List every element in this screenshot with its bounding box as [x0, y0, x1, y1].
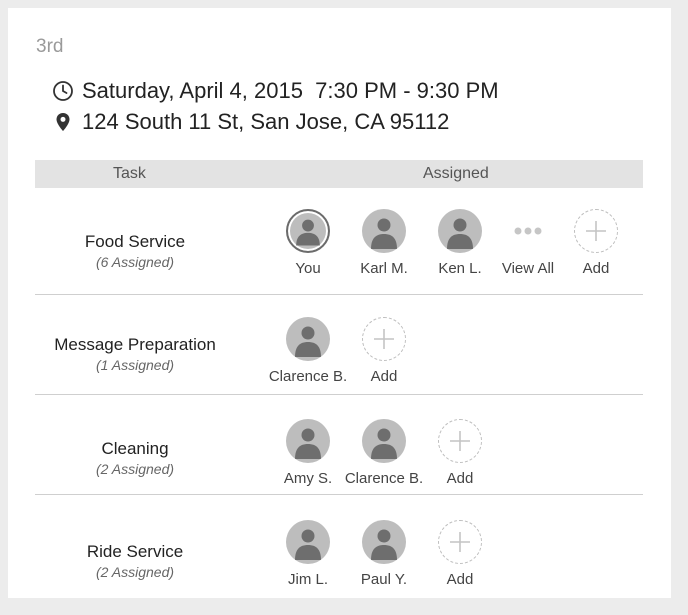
user-avatar-icon: [362, 520, 406, 564]
task-assigned-count: (2 Assigned): [95, 564, 175, 580]
task-info: Cleaning (2 Assigned): [35, 439, 235, 477]
task-table-header: Task Assigned: [35, 160, 643, 188]
event-card: 3rd Saturday, April 4, 2015 7:30 PM - 9:…: [8, 8, 671, 598]
event-address[interactable]: 124 South 11 St, San Jose, CA 95112: [82, 109, 449, 135]
event-datetime: Saturday, April 4, 2015 7:30 PM - 9:30 P…: [82, 78, 499, 103]
map-pin-icon: [52, 111, 74, 133]
task-column-header: Task: [113, 165, 146, 182]
plus-icon: [362, 317, 406, 361]
user-avatar-icon: [286, 317, 330, 361]
assigned-column-header: Assigned: [423, 165, 489, 182]
task-info: Ride Service (2 Assigned): [35, 542, 235, 580]
task-info: Food Service (6 Assigned): [35, 232, 235, 270]
user-avatar-icon: [286, 520, 330, 564]
add-assignee-button[interactable]: Add: [551, 209, 641, 277]
task-name: Food Service: [84, 232, 186, 251]
task-row-cleaning: Cleaning (2 Assigned) Amy S. Clarence B.…: [35, 395, 643, 495]
task-assigned-count: (1 Assigned): [95, 357, 175, 373]
user-avatar-icon: [362, 419, 406, 463]
task-name: Cleaning: [101, 439, 169, 458]
event-datetime-row: Saturday, April 4, 2015 7:30 PM - 9:30 P…: [52, 78, 499, 104]
plus-icon: [574, 209, 618, 253]
add-label: Add: [446, 470, 474, 487]
plus-icon: [438, 419, 482, 463]
task-name: Ride Service: [86, 542, 184, 561]
ellipsis-icon: [506, 209, 550, 253]
user-avatar-icon: [362, 209, 406, 253]
task-assigned-count: (6 Assigned): [95, 254, 175, 270]
plus-icon: [438, 520, 482, 564]
user-avatar-icon: [438, 209, 482, 253]
add-assignee-button[interactable]: Add: [339, 317, 429, 385]
task-assigned-count: (2 Assigned): [95, 461, 175, 477]
task-name: Message Preparation: [54, 335, 216, 354]
task-row-food-service: Food Service (6 Assigned) You Karl M. Ke…: [35, 188, 643, 295]
add-assignee-button[interactable]: Add: [415, 520, 505, 588]
add-label: Add: [370, 368, 398, 385]
task-row-ride-service: Ride Service (2 Assigned) Jim L. Paul Y.…: [35, 495, 643, 595]
task-info: Message Preparation (1 Assigned): [35, 335, 235, 373]
event-label: 3rd: [36, 36, 64, 57]
add-assignee-button[interactable]: Add: [415, 419, 505, 487]
task-row-message-preparation: Message Preparation (1 Assigned) Clarenc…: [35, 295, 643, 395]
user-avatar-icon: [286, 419, 330, 463]
add-label: Add: [582, 260, 610, 277]
event-address-row: 124 South 11 St, San Jose, CA 95112: [52, 109, 449, 135]
add-label: Add: [446, 571, 474, 588]
clock-icon: [52, 80, 74, 102]
user-avatar-icon: [286, 209, 330, 253]
